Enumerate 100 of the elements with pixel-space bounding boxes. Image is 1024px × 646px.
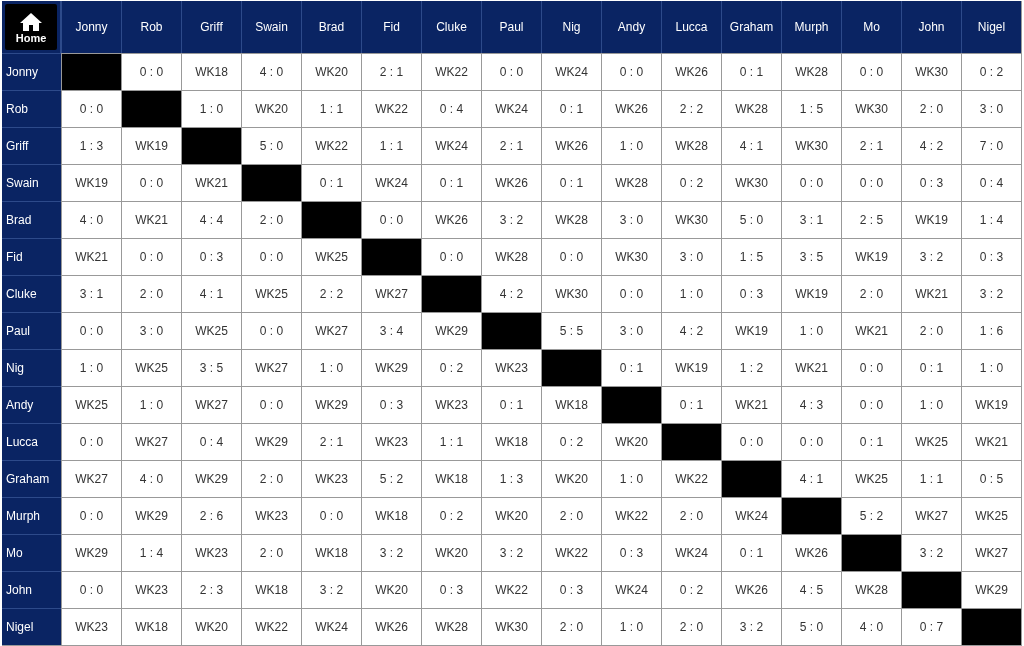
column-header: Fid: [361, 1, 421, 53]
table-cell: WK27: [301, 312, 361, 349]
table-cell: 3 : 4: [361, 312, 421, 349]
table-cell: 1 : 3: [481, 460, 541, 497]
table-cell: 2 : 1: [481, 127, 541, 164]
table-cell: WK24: [421, 127, 481, 164]
table-cell: 1 : 0: [601, 127, 661, 164]
table-cell: 4 : 5: [781, 571, 841, 608]
table-cell: 3 : 5: [181, 349, 241, 386]
row-header: Griff: [2, 127, 61, 164]
table-cell: WK28: [721, 90, 781, 127]
table-cell: 0 : 2: [661, 164, 721, 201]
table-cell: 1 : 0: [301, 349, 361, 386]
table-cell: 0 : 4: [961, 164, 1021, 201]
table-cell: WK21: [721, 386, 781, 423]
home-button[interactable]: Home: [5, 4, 57, 50]
table-cell: WK30: [721, 164, 781, 201]
row-header: Paul: [2, 312, 61, 349]
table-cell: WK20: [541, 460, 601, 497]
table-cell: WK21: [901, 275, 961, 312]
table-cell: 2 : 0: [241, 534, 301, 571]
table-cell: 1 : 4: [961, 201, 1021, 238]
table-cell: WK23: [421, 386, 481, 423]
table-cell: WK30: [481, 608, 541, 645]
table-cell: WK25: [961, 497, 1021, 534]
table-cell: WK29: [181, 460, 241, 497]
table-cell: WK27: [61, 460, 121, 497]
table-cell: 2 : 0: [541, 608, 601, 645]
table-cell: 3 : 1: [61, 275, 121, 312]
table-cell: WK27: [961, 534, 1021, 571]
column-header: Nig: [541, 1, 601, 53]
table-cell: 0 : 1: [901, 349, 961, 386]
table-cell: WK18: [241, 571, 301, 608]
table-cell: WK23: [301, 460, 361, 497]
table-cell: 0 : 2: [421, 497, 481, 534]
blocked-cell: [661, 423, 721, 460]
table-cell: WK25: [901, 423, 961, 460]
table-cell: 1 : 5: [781, 90, 841, 127]
table-cell: WK23: [241, 497, 301, 534]
blocked-cell: [601, 386, 661, 423]
table-cell: WK21: [841, 312, 901, 349]
table-cell: WK23: [121, 571, 181, 608]
table-cell: WK24: [601, 571, 661, 608]
table-cell: WK26: [361, 608, 421, 645]
table-cell: WK29: [241, 423, 301, 460]
blocked-cell: [241, 164, 301, 201]
table-cell: 3 : 0: [601, 201, 661, 238]
table-cell: 2 : 0: [901, 90, 961, 127]
table-cell: 3 : 2: [481, 201, 541, 238]
table-cell: 0 : 1: [421, 164, 481, 201]
table-cell: WK30: [661, 201, 721, 238]
table-cell: 0 : 1: [721, 53, 781, 90]
table-cell: WK24: [301, 608, 361, 645]
table-cell: 0 : 3: [181, 238, 241, 275]
table-cell: WK22: [301, 127, 361, 164]
table-cell: WK26: [421, 201, 481, 238]
table-cell: 7 : 0: [961, 127, 1021, 164]
table-cell: 4 : 0: [61, 201, 121, 238]
table-cell: 2 : 0: [661, 497, 721, 534]
table-cell: 0 : 2: [421, 349, 481, 386]
table-cell: WK23: [361, 423, 421, 460]
table-cell: 0 : 4: [181, 423, 241, 460]
table-cell: 3 : 2: [361, 534, 421, 571]
table-cell: 0 : 2: [541, 423, 601, 460]
table-cell: WK29: [61, 534, 121, 571]
table-cell: WK19: [721, 312, 781, 349]
row-header: John: [2, 571, 61, 608]
table-cell: 4 : 1: [721, 127, 781, 164]
row-header: Murph: [2, 497, 61, 534]
table-cell: WK27: [181, 386, 241, 423]
table-cell: WK22: [481, 571, 541, 608]
table-cell: 2 : 0: [541, 497, 601, 534]
blocked-cell: [481, 312, 541, 349]
table-cell: WK30: [601, 238, 661, 275]
table-cell: 3 : 1: [781, 201, 841, 238]
table-cell: 0 : 0: [61, 423, 121, 460]
table-cell: WK20: [481, 497, 541, 534]
table-cell: 2 : 1: [301, 423, 361, 460]
table-cell: 2 : 0: [241, 460, 301, 497]
blocked-cell: [901, 571, 961, 608]
column-header: Andy: [601, 1, 661, 53]
table-cell: 1 : 0: [961, 349, 1021, 386]
table-cell: 3 : 0: [661, 238, 721, 275]
table-cell: WK26: [721, 571, 781, 608]
column-header: Nigel: [961, 1, 1021, 53]
table-cell: WK24: [481, 90, 541, 127]
table-cell: WK30: [541, 275, 601, 312]
table-cell: WK28: [781, 53, 841, 90]
table-cell: 4 : 0: [841, 608, 901, 645]
table-cell: 0 : 0: [301, 497, 361, 534]
table-cell: WK21: [961, 423, 1021, 460]
blocked-cell: [841, 534, 901, 571]
table-cell: WK25: [121, 349, 181, 386]
table-cell: WK27: [241, 349, 301, 386]
table-cell: WK28: [421, 608, 481, 645]
table-cell: 5 : 0: [721, 201, 781, 238]
table-cell: WK21: [781, 349, 841, 386]
table-cell: 1 : 0: [901, 386, 961, 423]
table-cell: 0 : 3: [541, 571, 601, 608]
table-cell: 3 : 2: [301, 571, 361, 608]
